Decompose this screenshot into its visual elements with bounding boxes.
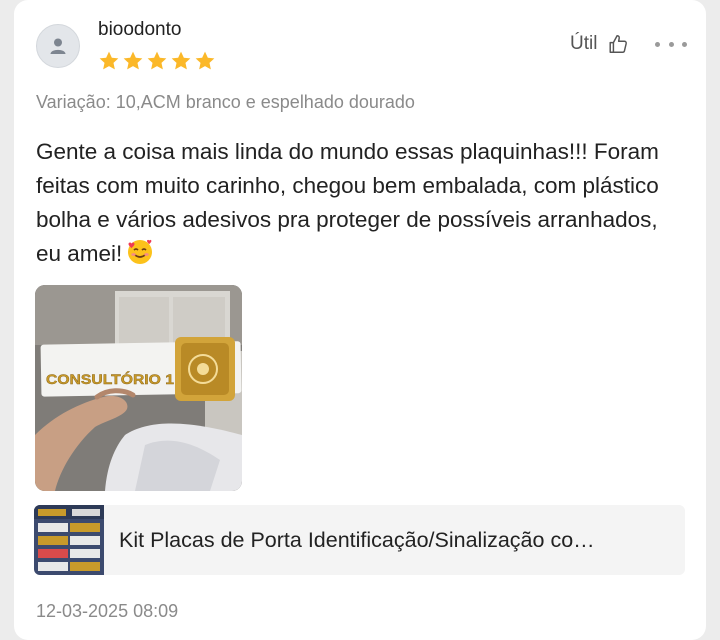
more-options-icon[interactable] xyxy=(655,33,687,55)
review-timestamp: 12-03-2025 08:09 xyxy=(36,601,179,621)
avatar[interactable] xyxy=(36,24,80,68)
product-title: Kit Placas de Porta Identificação/Sinali… xyxy=(119,527,595,552)
more-dot xyxy=(668,41,674,47)
review-photo-image: CONSULTÓRIO 1 xyxy=(35,285,242,491)
more-dot xyxy=(682,41,687,47)
variation-text: Variação: 10,ACM branco e espelhado dour… xyxy=(36,92,415,112)
product-thumbnail xyxy=(34,505,104,575)
helpful-label: Útil xyxy=(570,33,598,54)
more-dot xyxy=(655,41,660,47)
user-avatar-icon xyxy=(50,38,66,54)
helpful-button[interactable]: Útil xyxy=(570,33,629,55)
star-icon xyxy=(123,51,143,70)
star-rating xyxy=(98,50,216,72)
review-card: bioodonto Útil Variação: 10,ACM branco e… xyxy=(14,0,706,640)
review-body: Gente a coisa mais linda do mundo essas … xyxy=(36,135,686,276)
thumbs-up-icon xyxy=(609,35,628,53)
sign-text: CONSULTÓRIO 1 xyxy=(46,372,175,387)
username[interactable]: bioodonto xyxy=(98,19,181,41)
star-icon xyxy=(195,51,215,70)
star-icon xyxy=(147,51,167,70)
star-icon xyxy=(99,51,119,70)
star-icon xyxy=(171,51,191,70)
product-link[interactable]: Kit Placas de Porta Identificação/Sinali… xyxy=(34,505,685,575)
smiling-face-with-hearts-icon xyxy=(126,238,154,276)
review-photo[interactable]: CONSULTÓRIO 1 xyxy=(35,285,242,491)
